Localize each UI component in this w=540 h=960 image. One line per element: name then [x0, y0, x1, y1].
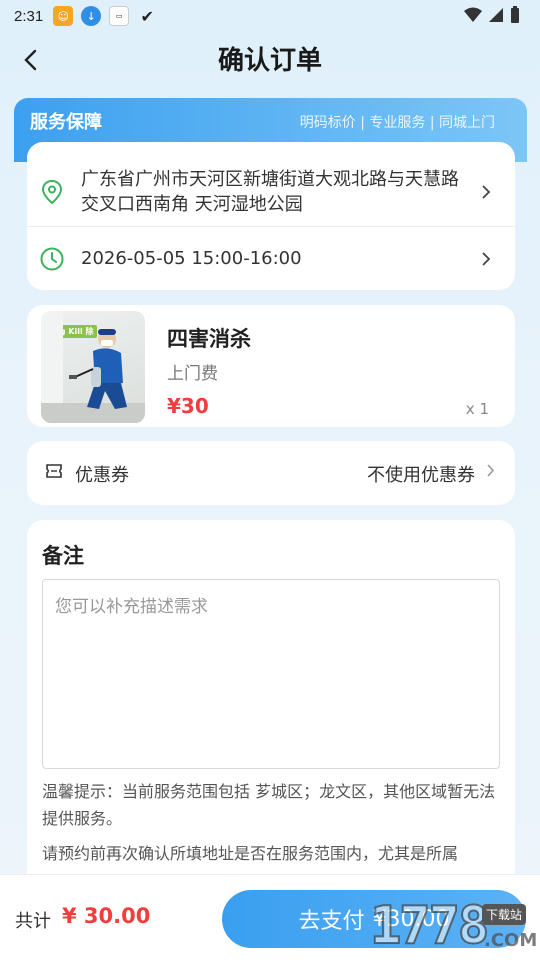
service-area-tip: 温馨提示：当前服务范围包括 芗城区；龙文区，其他区域暂无法提供服务。 [42, 782, 496, 828]
pest-control-worker-image [41, 311, 145, 423]
total-label: 共计 [15, 911, 51, 932]
app-badge-icon: ▭ [109, 6, 130, 26]
chevron-right-icon [482, 251, 491, 266]
service-time-row[interactable]: 2026-05-05 15:00-16:00 [27, 226, 515, 290]
app-notification-icon: ☺ [53, 6, 74, 26]
chevron-right-icon [487, 464, 495, 477]
site-watermark: 1778 下载站 .COM [369, 892, 540, 960]
top-nav: 确认订单 [0, 32, 540, 84]
clock-icon [40, 247, 64, 270]
coupon-label: 优惠券 [75, 465, 129, 486]
remark-card: 备注 温馨提示：当前服务范围包括 芗城区；龙文区，其他区域暂无法提供服务。 请预… [27, 520, 515, 900]
service-time-text: 2026-05-05 15:00-16:00 [81, 248, 302, 269]
location-pin-icon [41, 179, 63, 205]
product-subtitle: 上门费 [167, 364, 218, 384]
chevron-right-icon [482, 185, 491, 199]
product-thumbnail: Bug Kill 除 [41, 311, 145, 423]
battery-icon [511, 6, 519, 23]
address-confirm-tip: 请预约前再次确认所填地址是否在服务范围内，尤其是所属 [42, 844, 459, 863]
status-time: 2:31 [14, 7, 44, 25]
total-value: ¥ 30.00 [62, 904, 151, 928]
remark-title: 备注 [42, 544, 84, 568]
coupon-row[interactable]: 优惠券 不使用优惠券 [27, 441, 515, 505]
product-card: Bug Kill 除 四害消杀 上门费 ¥30 x 1 [27, 305, 515, 427]
watermark-domain: .COM [484, 930, 538, 951]
address-card: 广东省广州市天河区新塘街道大观北路与天慧路交叉口西南角 天河湿地公园 2026-… [27, 142, 515, 290]
wifi-icon [464, 7, 482, 22]
ticket-icon [46, 464, 62, 478]
product-name: 四害消杀 [167, 327, 251, 351]
address-row[interactable]: 广东省广州市天河区新塘街道大观北路与天慧路交叉口西南角 天河湿地公园 [27, 158, 515, 226]
page-title: 确认订单 [217, 45, 322, 76]
signal-icon [489, 8, 503, 22]
pay-button-label: 去支付 [298, 909, 365, 934]
coupon-value: 不使用优惠券 [367, 465, 475, 486]
chevron-left-icon [24, 49, 37, 71]
address-text: 广东省广州市天河区新塘街道大观北路与天慧路交叉口西南角 天河湿地公园 [81, 169, 459, 215]
remark-textarea[interactable] [42, 579, 500, 769]
checklist-icon: ✔ [140, 6, 154, 26]
back-button[interactable] [14, 44, 46, 76]
download-icon: ↓ [81, 6, 102, 26]
product-price: ¥30 [167, 394, 209, 418]
status-bar: 2:31 ☺ ↓ ▭ ✔ [0, 0, 540, 32]
watermark-number: 1778 [369, 895, 490, 957]
product-quantity: x 1 [465, 400, 489, 418]
watermark-tag: 下载站 [482, 904, 527, 925]
